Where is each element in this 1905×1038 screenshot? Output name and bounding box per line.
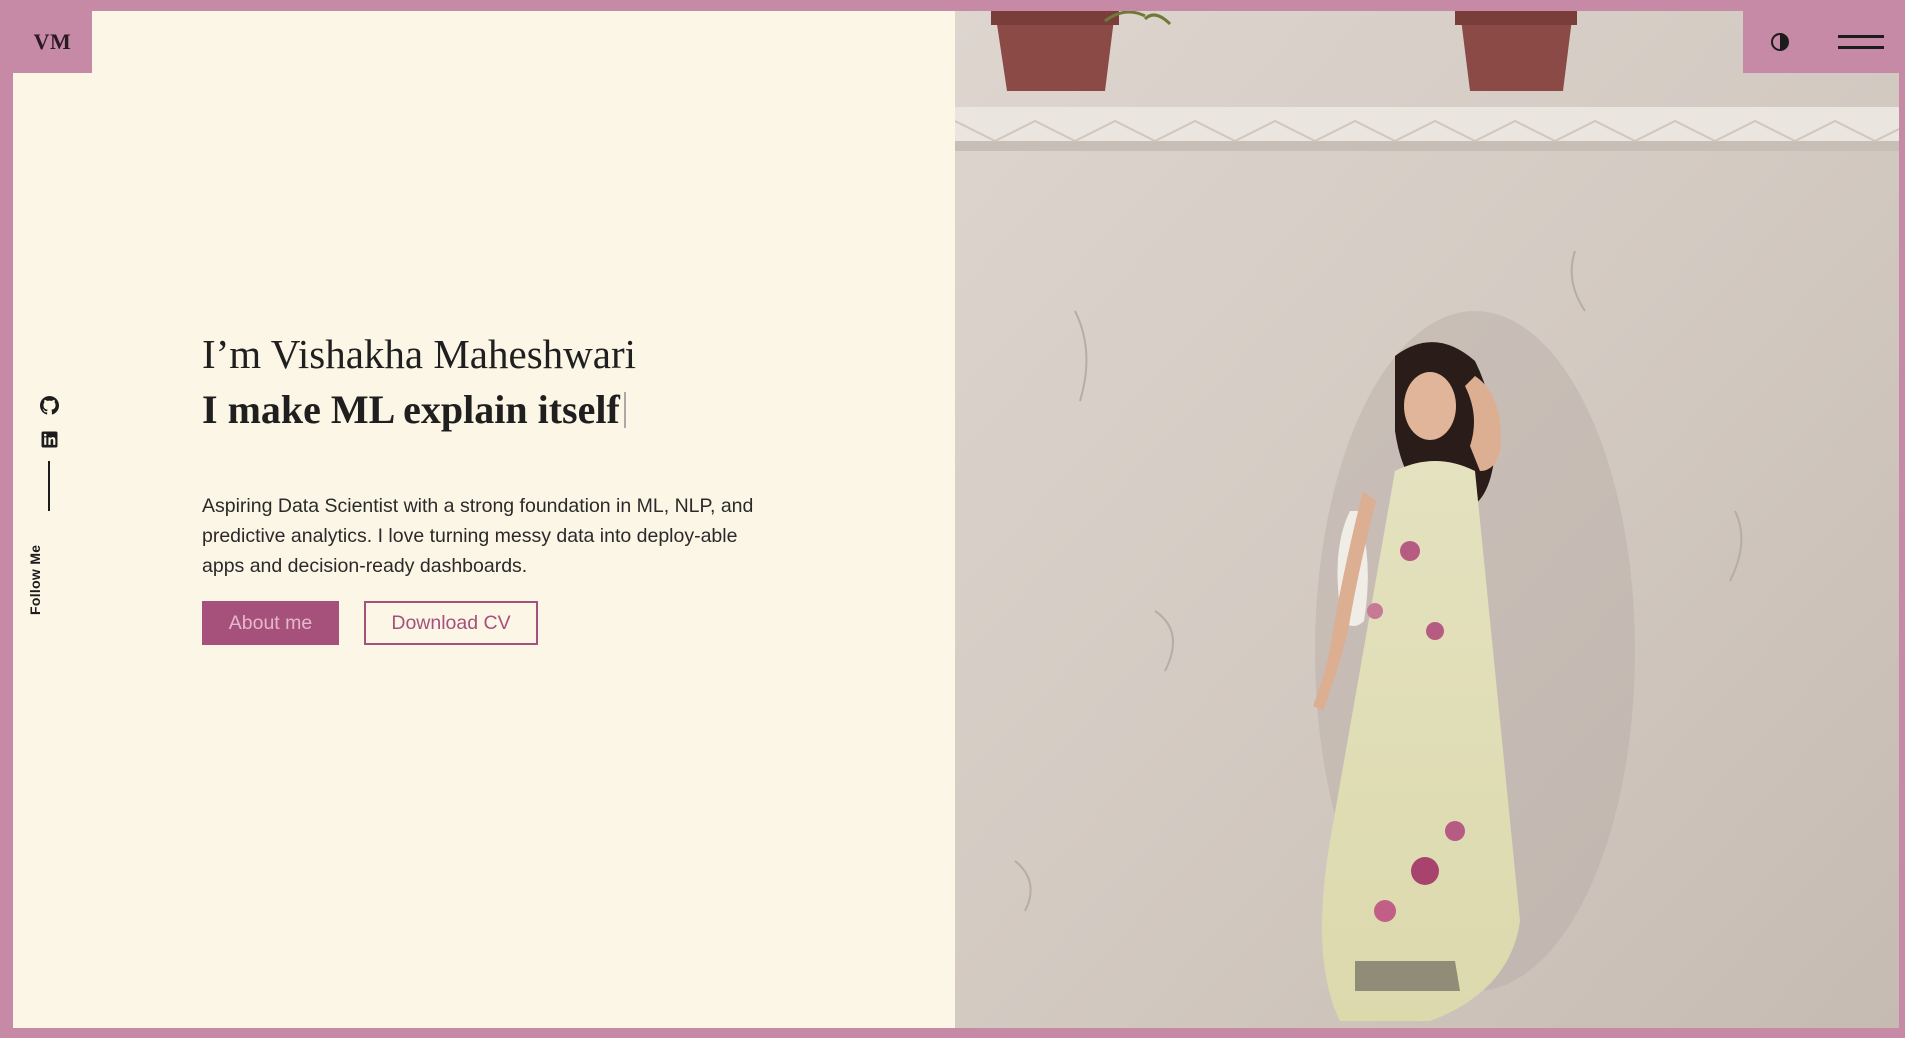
menu-bar-bottom	[1838, 46, 1884, 49]
follow-me-label: Follow Me	[27, 544, 43, 615]
menu-bar-top	[1838, 35, 1884, 38]
hero-intro: I’m Vishakha Maheshwari	[202, 331, 637, 377]
hero-buttons: About me Download CV	[202, 601, 802, 645]
linkedin-icon[interactable]	[39, 429, 59, 449]
social-divider	[48, 461, 50, 511]
hamburger-menu-icon[interactable]	[1838, 32, 1884, 52]
hero-section: VM Follow Me I’m Vishakha Maheshwari I m…	[13, 11, 955, 1028]
github-icon[interactable]	[39, 395, 59, 415]
typing-caret	[623, 392, 626, 428]
hero-description: Aspiring Data Scientist with a strong fo…	[202, 495, 754, 577]
social-links	[39, 395, 59, 511]
hero-tagline: I make ML explain itself	[202, 385, 802, 435]
header-controls	[1743, 11, 1899, 73]
hero-tagline-text: I make ML explain itself	[202, 387, 620, 432]
hero-photo	[955, 11, 1899, 1028]
about-me-button[interactable]: About me	[202, 601, 339, 645]
site-logo[interactable]: VM	[13, 11, 92, 73]
page-frame: VM Follow Me I’m Vishakha Maheshwari I m…	[13, 11, 1899, 1028]
download-cv-button[interactable]: Download CV	[364, 601, 538, 645]
contrast-icon[interactable]	[1770, 32, 1790, 52]
hero-content: I’m Vishakha Maheshwari I make ML explai…	[202, 329, 802, 645]
